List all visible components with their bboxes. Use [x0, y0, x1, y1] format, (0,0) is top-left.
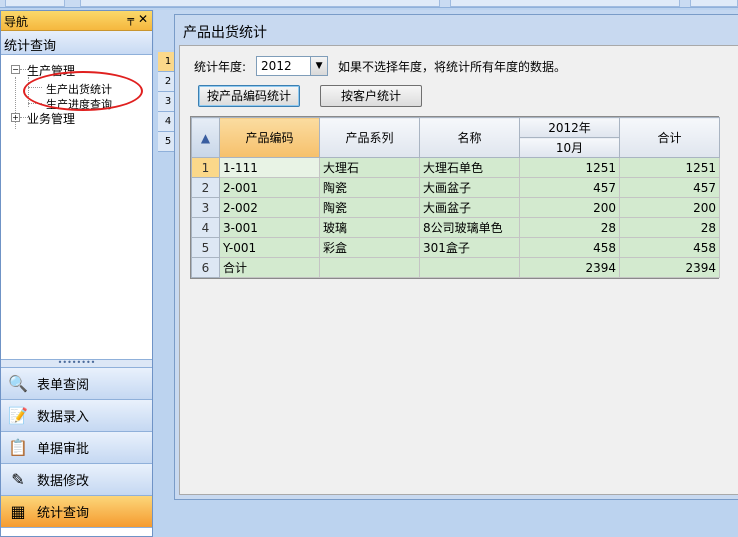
pin-icon[interactable]: ╤ [127, 13, 134, 26]
cell-month[interactable]: 200 [519, 197, 620, 218]
cell-series[interactable]: 大理石 [319, 157, 420, 178]
cell-series[interactable]: 陶瓷 [319, 197, 420, 218]
cell-code[interactable]: 2-001 [219, 177, 320, 198]
cell-month[interactable]: 458 [519, 237, 620, 258]
cell-month[interactable]: 2394 [519, 257, 620, 278]
header-total[interactable]: 合计 [619, 117, 720, 158]
cell-total[interactable]: 2394 [619, 257, 720, 278]
nav-button-label: 统计查询 [37, 506, 90, 521]
cell-code[interactable]: 1-111 [219, 157, 320, 178]
stats-grid: ▲ 产品编码 产品系列 名称 2012年 合计 10月 1 1-111 大理石 … [190, 116, 720, 279]
header-month[interactable]: 10月 [519, 137, 620, 158]
nav-button-label: 数据修改 [37, 474, 90, 489]
table-row[interactable]: 4 3-001 玻璃 8公司玻璃单色 28 28 [191, 217, 720, 238]
table-row[interactable]: 1 1-111 大理石 大理石单色 1251 1251 [191, 157, 720, 178]
cell-name[interactable]: 大画盆子 [419, 197, 520, 218]
navigation-pane: 导航 ╤ ✕ 统计查询 − 生产管理 生产出货统计 生产进度查询 + 业务管理 … [0, 10, 153, 537]
cell-month[interactable]: 457 [519, 177, 620, 198]
cell-code[interactable]: 3-001 [219, 217, 320, 238]
chevron-down-icon[interactable]: ▼ [310, 57, 328, 75]
nav-button-label: 数据录入 [37, 410, 90, 425]
cell-total[interactable]: 458 [619, 237, 720, 258]
row-number[interactable]: 1 [191, 157, 220, 178]
red-highlight-ellipse [23, 71, 143, 111]
grid-corner-icon[interactable]: ▲ [191, 117, 220, 158]
cell-series[interactable]: 陶瓷 [319, 177, 420, 198]
dialog-title: 产品出货统计 [183, 25, 267, 41]
cell-series[interactable]: 彩盒 [319, 237, 420, 258]
table-row[interactable]: 3 2-002 陶瓷 大画盆子 200 200 [191, 197, 720, 218]
cell-code[interactable]: Y-001 [219, 237, 320, 258]
nav-header: 导航 ╤ ✕ [1, 11, 152, 31]
table-row[interactable]: 2 2-001 陶瓷 大画盆子 457 457 [191, 177, 720, 198]
row-number[interactable]: 6 [191, 257, 220, 278]
table-row[interactable]: 5 Y-001 彩盒 301盒子 458 458 [191, 237, 720, 258]
cell-total[interactable]: 457 [619, 177, 720, 198]
nav-button-data-entry[interactable]: 📝 数据录入 [1, 400, 152, 432]
cell-name[interactable] [419, 257, 520, 278]
cell-name[interactable]: 大理石单色 [419, 157, 520, 178]
year-label: 统计年度: [194, 59, 247, 74]
stats-by-customer-button[interactable]: 按客户统计 [320, 85, 422, 107]
cell-code[interactable]: 合计 [219, 257, 320, 278]
nav-button-approval[interactable]: 📋 单据审批 [1, 432, 152, 464]
nav-button-edit[interactable]: ✎ 数据修改 [1, 464, 152, 496]
approve-icon: 📋 [8, 438, 28, 457]
cell-total[interactable]: 1251 [619, 157, 720, 178]
pane-splitter[interactable]: •••••••• [1, 359, 152, 368]
cell-series[interactable] [319, 257, 420, 278]
nav-section-title: 统计查询 [1, 31, 152, 55]
year-filter-row: 统计年度: 2012 ▼ 如果不选择年度，将统计所有年度的数据。 [194, 56, 566, 76]
dialog-body: 统计年度: 2012 ▼ 如果不选择年度，将统计所有年度的数据。 按产品编码统计… [179, 45, 738, 495]
year-value: 2012 [261, 59, 292, 73]
edit-icon: ✎ [11, 470, 25, 489]
expand-collapse-icon[interactable]: − [11, 65, 20, 74]
nav-title: 导航 [4, 15, 29, 29]
table-row-total[interactable]: 6 合计 2394 2394 [191, 257, 720, 278]
header-product-series[interactable]: 产品系列 [319, 117, 420, 158]
nav-button-label: 单据审批 [37, 442, 90, 457]
search-doc-icon: 🔍 [8, 374, 28, 393]
cell-total[interactable]: 200 [619, 197, 720, 218]
row-number[interactable]: 4 [191, 217, 220, 238]
cell-month[interactable]: 1251 [519, 157, 620, 178]
cell-name[interactable]: 8公司玻璃单色 [419, 217, 520, 238]
data-entry-icon: 📝 [8, 406, 28, 425]
cell-series[interactable]: 玻璃 [319, 217, 420, 238]
row-number[interactable]: 5 [191, 237, 220, 258]
nav-button-label: 表单查阅 [37, 378, 90, 393]
row-number[interactable]: 2 [191, 177, 220, 198]
year-combobox[interactable]: 2012 ▼ [256, 56, 329, 76]
year-hint: 如果不选择年度，将统计所有年度的数据。 [338, 59, 567, 74]
tree-node-business[interactable]: 业务管理 [27, 110, 75, 127]
stats-by-code-button[interactable]: 按产品编码统计 [198, 85, 300, 107]
nav-button-form-view[interactable]: 🔍 表单查阅 [1, 368, 152, 400]
cell-total[interactable]: 28 [619, 217, 720, 238]
header-product-code[interactable]: 产品编码 [219, 117, 320, 158]
expand-icon[interactable]: + [11, 113, 20, 122]
top-toolbar-strip [0, 0, 738, 8]
cell-month[interactable]: 28 [519, 217, 620, 238]
row-number[interactable]: 3 [191, 197, 220, 218]
shipment-stats-dialog: 产品出货统计 统计年度: 2012 ▼ 如果不选择年度，将统计所有年度的数据。 … [174, 14, 738, 500]
cell-code[interactable]: 2-002 [219, 197, 320, 218]
close-icon[interactable]: ✕ [138, 12, 148, 26]
table-icon: ▦ [10, 502, 26, 521]
header-name[interactable]: 名称 [419, 117, 520, 158]
nav-button-statistics[interactable]: ▦ 统计查询 [1, 496, 152, 528]
cell-name[interactable]: 大画盆子 [419, 177, 520, 198]
cell-name[interactable]: 301盒子 [419, 237, 520, 258]
header-year-group[interactable]: 2012年 [519, 117, 620, 138]
